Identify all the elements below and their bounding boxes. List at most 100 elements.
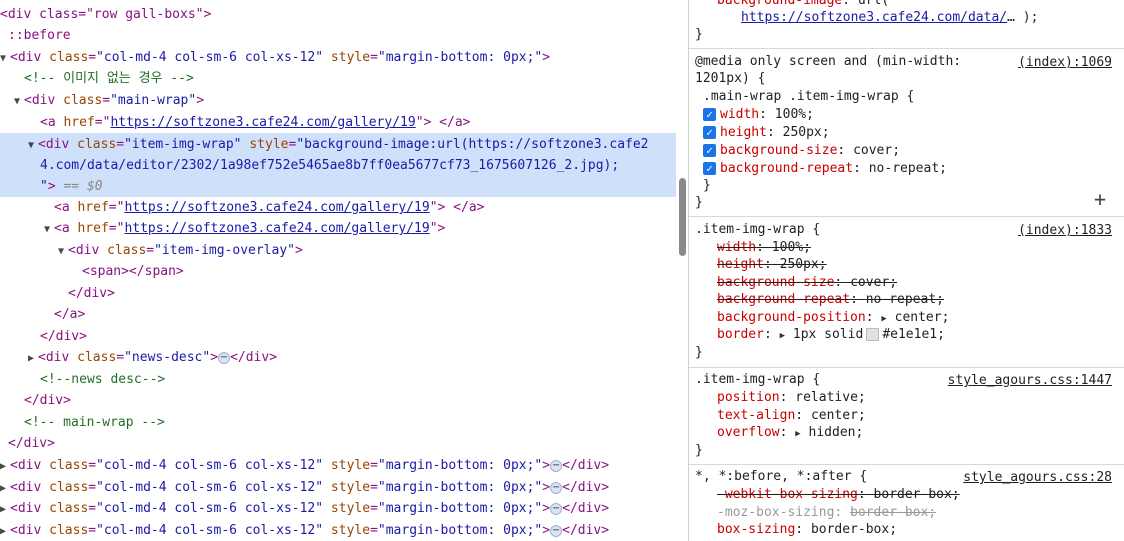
tree-node-close-a[interactable]: </a> [54, 304, 85, 326]
attr-value: "col-md-4 col-sm-6 col-xs-12" [96, 458, 324, 473]
tree-node-close-div[interactable]: </div> [8, 433, 55, 455]
styles-pane[interactable]: background-image: url( https://softzone3… [689, 0, 1124, 541]
tree-node-comment[interactable]: <!-- 이미지 없는 경우 --> [24, 68, 194, 90]
style-rule-item-img-wrap-index[interactable]: .item-img-wrap { (index):1833 width: 100… [689, 216, 1124, 365]
tree-node-anchor-2[interactable]: <a href="https://softzone3.cafe24.com/ga… [54, 197, 485, 219]
style-property-row[interactable]: ✓ width: 100%; [703, 106, 814, 124]
expanded-triangle-icon[interactable]: ▼ [44, 219, 54, 241]
tree-node-comment[interactable]: <!-- main-wrap --> [24, 412, 165, 434]
checkbox-checked-icon[interactable]: ✓ [703, 162, 716, 175]
style-property-row[interactable]: ✓ height: 250px; [703, 124, 830, 142]
rule-source-link[interactable]: style_agours.css:1447 [948, 373, 1112, 388]
checkbox-checked-icon[interactable]: ✓ [703, 144, 716, 157]
gallery-link[interactable]: https://softzone3.cafe24.com/gallery/19 [110, 115, 415, 130]
rule-source-link[interactable]: (index):1069 [1018, 55, 1112, 70]
attr-value: "margin-bottom: 0px;" [377, 458, 543, 473]
collapsed-triangle-icon[interactable]: ▶ [0, 521, 10, 541]
style-property-row[interactable]: text-align: center; [717, 407, 866, 425]
expand-value-triangle-icon[interactable]: ▶ [795, 429, 800, 439]
tree-node-row-gall-boxs[interactable]: <div class="row gall-boxs"> [0, 4, 211, 26]
expanded-triangle-icon[interactable]: ▼ [28, 135, 38, 157]
add-property-button[interactable]: + [1094, 187, 1106, 211]
colon: : [837, 143, 846, 158]
collapsed-children-ellipsis[interactable]: ⋯ [550, 481, 563, 494]
attr-value: "col-md-4 col-sm-6 col-xs-12" [96, 523, 324, 538]
tree-node-close-div[interactable]: </div> [40, 326, 87, 348]
style-property-row[interactable]: ✓ background-size: cover; [703, 142, 900, 160]
tree-node-overlay[interactable]: ▼ <div class="item-img-overlay"> [58, 240, 303, 262]
rule-selector[interactable]: .main-wrap .item-img-wrap { [703, 88, 914, 106]
attr-name: style [330, 501, 371, 516]
elements-scrollbar[interactable] [676, 0, 689, 541]
elements-tree-pane[interactable]: <div class="row gall-boxs"> ::before ▼ <d… [0, 0, 676, 541]
tree-node-main-wrap[interactable]: ▼ <div class="main-wrap"> [14, 90, 204, 112]
tree-node-col[interactable]: ▼ <div class="col-md-4 col-sm-6 col-xs-12… [0, 47, 550, 69]
rule-selector[interactable]: .item-img-wrap { [695, 221, 820, 239]
property-value: 100%; [771, 240, 811, 255]
style-property-invalid[interactable]: -moz-box-sizing: border-box; [717, 504, 936, 522]
style-property-row[interactable]: https://softzone3.cafe24.com/data/… ); [741, 9, 1038, 27]
colon: : [853, 161, 861, 176]
collapsed-triangle-icon[interactable]: ▶ [28, 348, 38, 370]
tree-node-close-div[interactable]: </div> [68, 283, 115, 305]
style-property-overridden[interactable]: background-repeat: no-repeat; [717, 291, 944, 309]
tree-node-anchor-3[interactable]: ▼ <a href="https://softzone3.cafe24.com/g… [44, 218, 445, 240]
tree-node-item-img-wrap-cont: 4.com/data/editor/2302/1a98ef752e5465ae8… [40, 155, 619, 177]
property-name: border [717, 327, 764, 342]
style-property-row[interactable]: box-sizing: border-box; [717, 521, 897, 539]
gallery-link[interactable]: https://softzone3.cafe24.com/gallery/19 [124, 200, 429, 215]
expand-value-triangle-icon[interactable]: ▶ [881, 314, 886, 324]
rule-source-link[interactable]: (index):1833 [1018, 223, 1112, 238]
expanded-triangle-icon[interactable]: ▼ [0, 48, 10, 70]
tree-node-close-div[interactable]: </div> [24, 390, 71, 412]
tag-text: </div> [40, 329, 87, 344]
checkbox-checked-icon[interactable]: ✓ [703, 126, 716, 139]
collapsed-triangle-icon[interactable]: ▶ [0, 499, 10, 521]
style-property-row[interactable]: position: relative; [717, 389, 866, 407]
rule-source-link[interactable]: style_agours.css:28 [963, 470, 1112, 485]
style-property-overridden[interactable]: width: 100%; [717, 239, 811, 257]
style-property-row[interactable]: border: ▶ 1px solid #e1e1e1; [717, 326, 945, 344]
attr-name: style [330, 50, 371, 65]
collapsed-children-ellipsis[interactable]: ⋯ [550, 459, 563, 472]
expand-value-triangle-icon[interactable]: ▶ [780, 331, 785, 341]
color-swatch-icon[interactable] [866, 328, 880, 341]
scrollbar-thumb[interactable] [679, 178, 686, 256]
attr-value: " [40, 179, 48, 194]
style-property-overridden[interactable]: background-size: cover; [717, 274, 897, 292]
attr-name: style [330, 523, 371, 538]
tree-node-news-desc[interactable]: ▶ <div class="news-desc"> ⋯ </div> [28, 347, 277, 369]
checkbox-checked-icon[interactable]: ✓ [703, 108, 716, 121]
brace: } [695, 345, 703, 360]
collapsed-children-ellipsis[interactable]: ⋯ [550, 502, 563, 515]
rule-selector[interactable]: .item-img-wrap { [695, 371, 820, 389]
style-property-overridden[interactable]: height: 250px; [717, 256, 827, 274]
rule-selector[interactable]: *, *:before, *:after { [695, 468, 867, 486]
tree-node-comment[interactable]: <!--news desc--> [40, 369, 165, 391]
attr-name: class [77, 350, 117, 365]
style-property-overridden[interactable]: -webkit-box-sizing: border-box; [717, 486, 960, 504]
tree-node-span[interactable]: <span></span> [82, 261, 184, 283]
tree-node-item-img-wrap[interactable]: ▼ <div class="item-img-wrap" style="backg… [28, 134, 649, 156]
style-rule-universal[interactable]: *, *:before, *:after { style_agours.css:… [689, 464, 1124, 541]
property-name: position [717, 390, 780, 405]
style-property-row[interactable]: overflow: ▶ hidden; [717, 424, 863, 442]
style-property-row[interactable]: ✓ background-repeat: no-repeat; [703, 160, 947, 178]
collapsed-children-ellipsis[interactable]: ⋯ [550, 524, 563, 537]
tree-node-col-collapsed[interactable]: ▶ <div class="col-md-4 col-sm-6 col-xs-12… [0, 455, 609, 477]
style-rule-media[interactable]: @media only screen and (min-width: (inde… [689, 48, 1124, 213]
style-rule-item-img-wrap-css[interactable]: .item-img-wrap { style_agours.css:1447 p… [689, 367, 1124, 462]
tree-node-anchor[interactable]: <a href="https://softzone3.cafe24.com/ga… [40, 112, 471, 134]
tree-node-col-collapsed[interactable]: ▶ <div class="col-md-4 col-sm-6 col-xs-12… [0, 520, 609, 541]
expanded-triangle-icon[interactable]: ▼ [58, 241, 68, 263]
collapsed-triangle-icon[interactable]: ▶ [0, 456, 10, 478]
bg-image-link[interactable]: https://softzone3.cafe24.com/data/ [741, 10, 1007, 25]
tree-node-col-collapsed[interactable]: ▶ <div class="col-md-4 col-sm-6 col-xs-12… [0, 477, 609, 499]
style-property-row[interactable]: background-position: ▶ center; [717, 309, 949, 327]
gallery-link[interactable]: https://softzone3.cafe24.com/gallery/19 [124, 221, 429, 236]
collapsed-triangle-icon[interactable]: ▶ [0, 478, 10, 500]
expanded-triangle-icon[interactable]: ▼ [14, 91, 24, 113]
collapsed-children-ellipsis[interactable]: ⋯ [218, 351, 231, 364]
tree-node-before[interactable]: ::before [8, 25, 71, 47]
tree-node-col-collapsed[interactable]: ▶ <div class="col-md-4 col-sm-6 col-xs-12… [0, 498, 609, 520]
